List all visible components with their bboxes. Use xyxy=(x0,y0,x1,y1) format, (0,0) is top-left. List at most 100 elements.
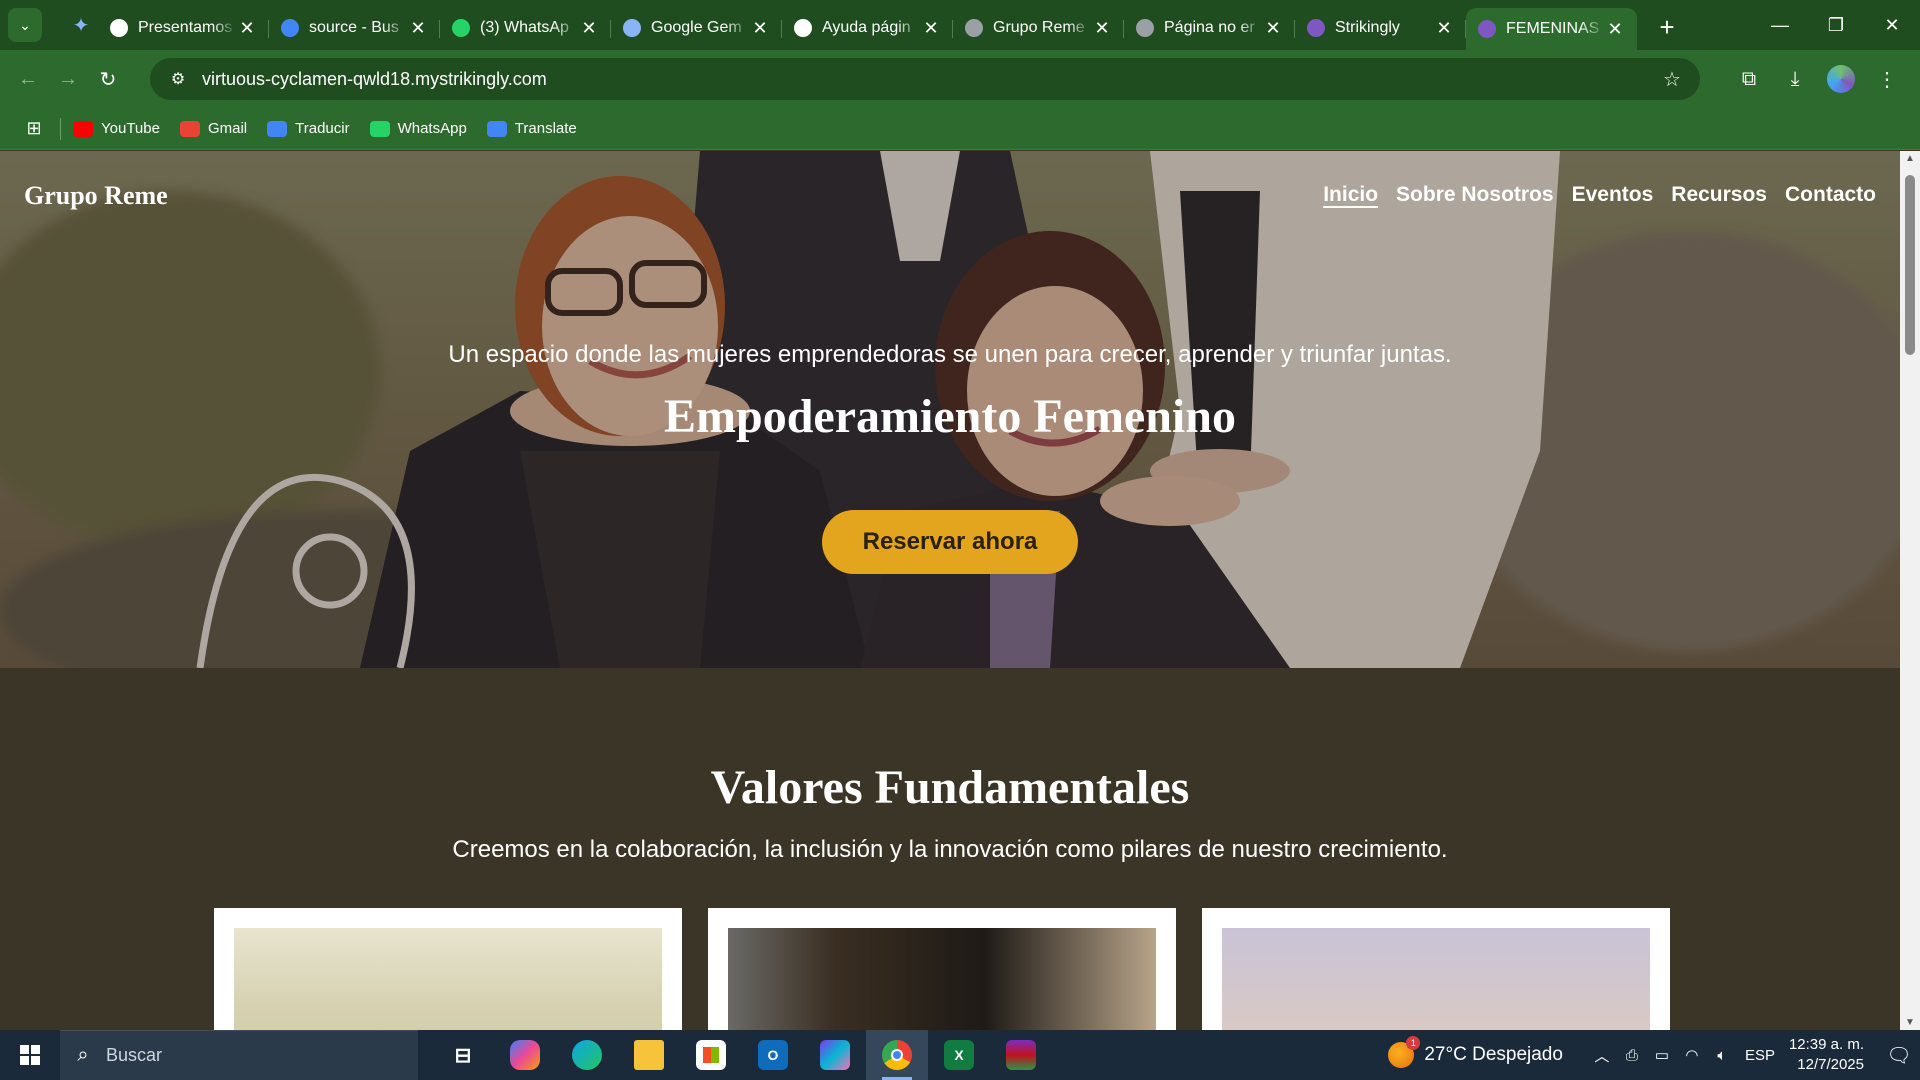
site-settings-icon[interactable]: ⚙ xyxy=(158,69,198,89)
bookmark-item[interactable]: Traducir xyxy=(267,120,350,137)
tab-close-icon[interactable]: ✕ xyxy=(750,18,770,39)
window-controls: — ❐ ✕ xyxy=(1752,0,1920,50)
youtube-icon xyxy=(73,120,93,137)
tab-search-button[interactable]: ⌄ xyxy=(8,8,42,42)
bookmark-star-icon[interactable]: ☆ xyxy=(1652,67,1692,92)
menu-icon[interactable]: ⋮ xyxy=(1864,59,1910,99)
browser-tab[interactable]: Página no er ✕ xyxy=(1124,8,1295,48)
bookmark-label: Traducir xyxy=(295,120,350,137)
values-title: Valores Fundamentales xyxy=(710,761,1190,814)
task-view-icon[interactable]: ⊟ xyxy=(432,1030,494,1080)
bookmark-item[interactable]: WhatsApp xyxy=(369,120,467,137)
extensions-icon[interactable]: ⧉ xyxy=(1726,59,1772,99)
volume-icon[interactable]: 🔈︎ xyxy=(1707,1047,1737,1064)
url-text[interactable]: virtuous-cyclamen-qwld18.mystrikingly.co… xyxy=(202,69,1652,90)
back-button[interactable]: ← xyxy=(8,59,48,99)
strikingly-icon xyxy=(1478,20,1496,38)
value-card xyxy=(214,908,682,1030)
browser-tab[interactable]: Ayuda págin ✕ xyxy=(782,8,953,48)
edge-icon[interactable] xyxy=(556,1030,618,1080)
scroll-down-arrow[interactable]: ▼ xyxy=(1900,1017,1920,1028)
bookmark-label: Translate xyxy=(514,120,577,137)
weather-text: 27°C Despejado xyxy=(1424,1044,1563,1065)
bookmark-item[interactable]: YouTube xyxy=(73,120,160,137)
nav-link-eventos[interactable]: Eventos xyxy=(1572,183,1654,207)
nav-link-recursos[interactable]: Recursos xyxy=(1671,183,1767,207)
chrome-icon[interactable] xyxy=(866,1030,928,1080)
hero-section: Grupo Reme Inicio Sobre Nosotros Eventos Re… xyxy=(0,151,1900,668)
copilot-icon[interactable] xyxy=(494,1030,556,1080)
new-tab-button[interactable]: + xyxy=(1649,9,1685,45)
tab-close-icon[interactable]: ✕ xyxy=(1092,18,1112,39)
tab-strip: Presentamos ✕ source - Bus ✕ (3) WhatsAp ✕ Goo… xyxy=(98,0,1637,50)
winrar-icon[interactable] xyxy=(990,1030,1052,1080)
scroll-up-arrow[interactable]: ▲ xyxy=(1900,153,1920,164)
system-tray: 1 27°C Despejado ︿ ⎙ ▭ ◠ 🔈︎ ESP 12:39 a.… xyxy=(1388,1030,1920,1080)
outlook-icon[interactable]: O xyxy=(742,1030,804,1080)
bookmark-item[interactable]: Gmail xyxy=(179,120,247,137)
globe-icon xyxy=(965,19,983,37)
tab-close-icon[interactable]: ✕ xyxy=(237,18,257,39)
bookmark-item[interactable]: Translate xyxy=(486,120,577,137)
browser-tab[interactable]: Google Gem ✕ xyxy=(611,8,782,48)
tab-close-icon[interactable]: ✕ xyxy=(921,18,941,39)
m365-icon[interactable] xyxy=(804,1030,866,1080)
start-button[interactable] xyxy=(0,1030,60,1080)
card-image xyxy=(234,928,662,1030)
web-page: Grupo Reme Inicio Sobre Nosotros Eventos Re… xyxy=(0,151,1900,1030)
download-icon[interactable]: ⤓ xyxy=(1772,59,1818,99)
nav-link-sobre-nosotros[interactable]: Sobre Nosotros xyxy=(1396,183,1554,207)
store-icon[interactable] xyxy=(680,1030,742,1080)
profile-avatar[interactable] xyxy=(1827,65,1855,93)
tab-bar: ⌄ ✦ Presentamos ✕ source - Bus ✕ (3) WhatsAp… xyxy=(0,0,1920,50)
file-explorer-icon[interactable] xyxy=(618,1030,680,1080)
meet-icon[interactable]: ⎙ xyxy=(1617,1047,1647,1064)
apps-grid-icon[interactable]: ⊞ xyxy=(14,118,54,139)
hero-title: Empoderamiento Femenino xyxy=(664,390,1236,443)
browser-tab[interactable]: source - Bus ✕ xyxy=(269,8,440,48)
reload-button[interactable]: ↻ xyxy=(88,59,128,99)
browser-tab[interactable]: Grupo Reme ✕ xyxy=(953,8,1124,48)
browser-tab[interactable]: Strikingly ✕ xyxy=(1295,8,1466,48)
browser-tab[interactable]: FEMENINAS ✕ xyxy=(1466,8,1637,50)
tab-close-icon[interactable]: ✕ xyxy=(1605,19,1625,40)
nav-link-inicio[interactable]: Inicio xyxy=(1323,183,1378,207)
close-window-button[interactable]: ✕ xyxy=(1864,0,1920,50)
scrollbar-thumb[interactable] xyxy=(1905,175,1915,355)
value-card xyxy=(708,908,1176,1030)
tab-close-icon[interactable]: ✕ xyxy=(1434,18,1454,39)
tab-close-icon[interactable]: ✕ xyxy=(408,18,428,39)
globe-icon xyxy=(1136,19,1154,37)
battery-icon[interactable]: ▭ xyxy=(1647,1046,1677,1064)
excel-icon[interactable]: X xyxy=(928,1030,990,1080)
search-placeholder: Buscar xyxy=(106,1045,163,1065)
taskbar-search[interactable]: ⌕ Buscar xyxy=(60,1030,418,1080)
google-icon xyxy=(281,19,299,37)
bookmark-divider xyxy=(60,117,61,140)
restore-button[interactable]: ❐ xyxy=(1808,0,1864,50)
clock-time: 12:39 a. m. xyxy=(1788,1036,1864,1053)
bookmark-label: WhatsApp xyxy=(397,120,467,137)
tab-title: Strikingly xyxy=(1335,19,1400,36)
gemini-icon[interactable]: ✦ xyxy=(64,8,98,42)
language-indicator[interactable]: ESP xyxy=(1745,1047,1775,1064)
toolbar: ← → ↻ ⚙ virtuous-cyclamen-qwld18.mystrik… xyxy=(0,50,1920,108)
forward-button[interactable]: → xyxy=(48,59,88,99)
bookmark-list: YouTube Gmail Traducir WhatsApp Translate xyxy=(73,120,597,137)
chevron-up-icon[interactable]: ︿ xyxy=(1587,1045,1617,1066)
notification-icon[interactable]: 🗨︎ xyxy=(1878,1030,1920,1080)
site-logo[interactable]: Grupo Reme xyxy=(24,181,168,211)
omnibox[interactable]: ⚙ virtuous-cyclamen-qwld18.mystrikingly.… xyxy=(150,58,1700,100)
tab-close-icon[interactable]: ✕ xyxy=(1263,18,1283,39)
browser-tab[interactable]: Presentamos ✕ xyxy=(98,8,269,48)
wifi-icon[interactable]: ◠ xyxy=(1677,1046,1707,1064)
reserve-button[interactable]: Reservar ahora xyxy=(822,510,1078,574)
tab-close-icon[interactable]: ✕ xyxy=(579,18,599,39)
minimize-button[interactable]: — xyxy=(1752,0,1808,50)
clock[interactable]: 12:39 a. m. 12/7/2025 xyxy=(1789,1035,1864,1075)
page-scrollbar[interactable]: ▲ ▼ xyxy=(1900,151,1920,1030)
strikingly-icon xyxy=(1307,19,1325,37)
browser-tab[interactable]: (3) WhatsAp ✕ xyxy=(440,8,611,48)
nav-link-contacto[interactable]: Contacto xyxy=(1785,183,1876,207)
weather-widget[interactable]: 1 27°C Despejado xyxy=(1388,1036,1563,1068)
